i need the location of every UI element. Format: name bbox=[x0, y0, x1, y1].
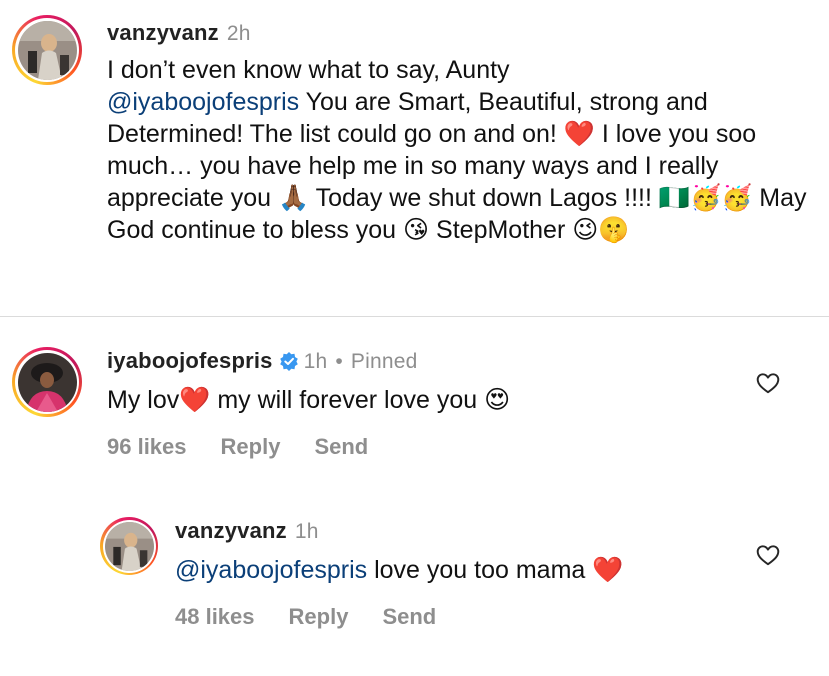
heart-emoji: ❤️ bbox=[179, 385, 211, 414]
avatar bbox=[17, 352, 77, 412]
comment-text-part: Today we shut down Lagos !!!! bbox=[315, 184, 652, 212]
party-emoji: 🥳 bbox=[721, 183, 753, 212]
comment-username[interactable]: vanzyvanz 1h bbox=[175, 518, 319, 544]
shush-emoji: 🤫 bbox=[598, 215, 630, 244]
party-emoji: 🥳 bbox=[690, 183, 722, 212]
reply-button[interactable]: Reply bbox=[289, 604, 349, 630]
comment-text-part: my will forever love you bbox=[217, 386, 478, 414]
heart-emoji: ❤️ bbox=[563, 119, 595, 148]
kiss-emoji: 😘 bbox=[403, 215, 430, 244]
verified-badge-icon bbox=[279, 351, 299, 377]
meta-separator: • bbox=[335, 350, 343, 373]
divider bbox=[0, 316, 829, 317]
username-text[interactable]: vanzyvanz bbox=[107, 20, 219, 45]
heart-emoji: ❤️ bbox=[592, 555, 624, 584]
heart-eyes-emoji: 😍 bbox=[484, 385, 511, 414]
send-button[interactable]: Send bbox=[382, 604, 436, 630]
mention-link[interactable]: @iyaboojofespris bbox=[107, 88, 299, 116]
comment-text-part: StepMother bbox=[436, 216, 566, 244]
comment-time: 1h bbox=[294, 520, 319, 543]
avatar-ring-iyaboojofespris[interactable] bbox=[12, 347, 82, 417]
likes-count[interactable]: 48 likes bbox=[175, 604, 255, 630]
avatar-ring-vanzyvanz-reply[interactable] bbox=[100, 517, 158, 575]
username-text[interactable]: iyaboojofespris bbox=[107, 348, 273, 373]
comment-actions: 48 likes Reply Send bbox=[175, 604, 436, 630]
avatar bbox=[104, 521, 154, 571]
comment-text-part: My lov bbox=[107, 386, 180, 414]
comment-text-part: I don’t even know what to say, Aunty bbox=[107, 56, 510, 84]
avatar-ring-vanzyvanz[interactable] bbox=[12, 15, 82, 85]
comment-text-part: love you too mama bbox=[374, 556, 586, 584]
pray-emoji: 🙏🏾 bbox=[277, 183, 310, 212]
reply-button[interactable]: Reply bbox=[221, 434, 281, 460]
comment-time: 1h bbox=[303, 350, 328, 373]
comment-username[interactable]: vanzyvanz 2h bbox=[107, 20, 251, 46]
comment-username[interactable]: iyaboojofespris 1h • Pinned bbox=[107, 348, 418, 377]
wink-emoji: 😉 bbox=[572, 215, 599, 244]
likes-count[interactable]: 96 likes bbox=[107, 434, 187, 460]
heart-outline-icon[interactable] bbox=[755, 370, 781, 396]
username-text[interactable]: vanzyvanz bbox=[175, 518, 287, 543]
heart-outline-icon[interactable] bbox=[755, 542, 781, 568]
mention-link[interactable]: @iyaboojofespris bbox=[175, 556, 367, 584]
comment-time: 2h bbox=[226, 22, 251, 45]
comment-body: @iyaboojofespris love you too mama ❤️ bbox=[175, 554, 735, 586]
pinned-label: Pinned bbox=[350, 350, 418, 373]
nigeria-flag-emoji: 🇳🇬 bbox=[658, 183, 691, 212]
comment-body: I don’t even know what to say, Aunty @iy… bbox=[107, 54, 807, 246]
comment-actions: 96 likes Reply Send bbox=[107, 434, 368, 460]
avatar bbox=[17, 20, 77, 80]
comment-body: My lov❤️ my will forever love you 😍 bbox=[107, 384, 727, 416]
send-button[interactable]: Send bbox=[314, 434, 368, 460]
